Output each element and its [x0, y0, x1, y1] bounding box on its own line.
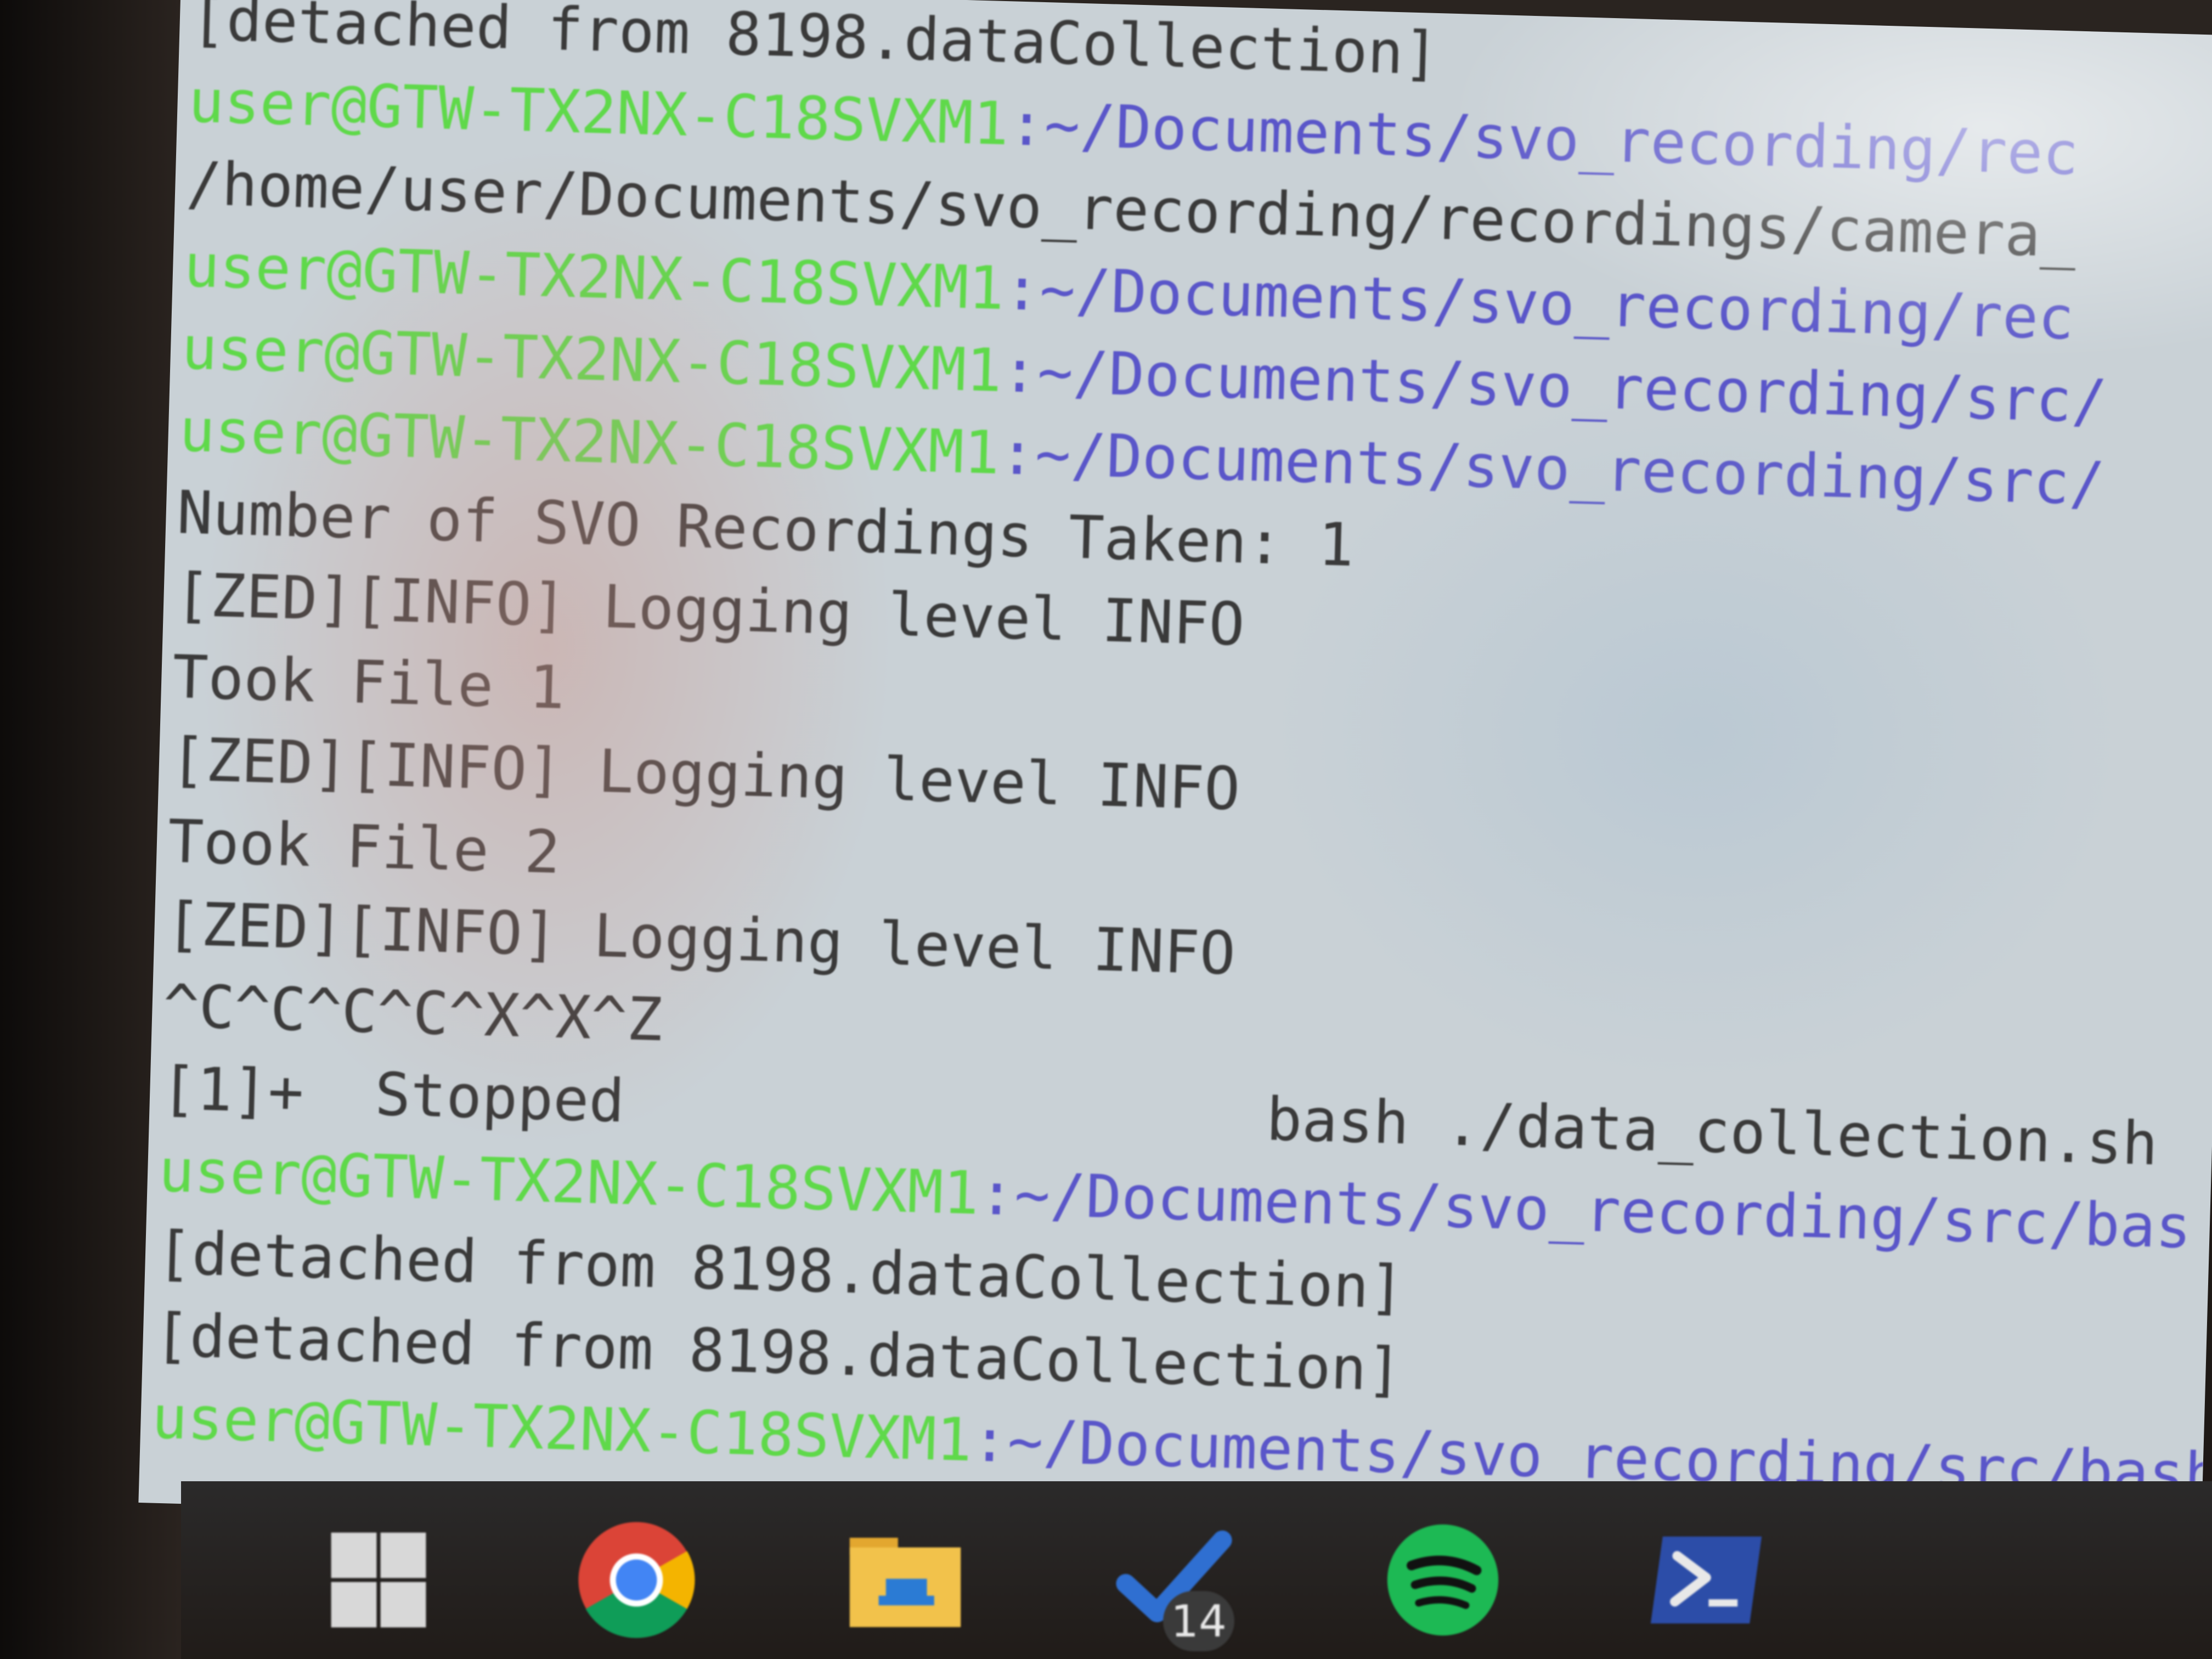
photo-of-screen: [detached from 8198.dataCollection] user@… [0, 0, 2212, 1659]
powershell-taskbar-button[interactable] [1640, 1514, 1772, 1646]
start-button[interactable] [313, 1514, 444, 1646]
output-text: Took File 1 [171, 643, 566, 723]
prompt-user-host: user@GTW-TX2NX-C18SVXM1 [180, 314, 1003, 406]
notification-badge: 14 [1163, 1591, 1234, 1651]
file-explorer-taskbar-button[interactable] [839, 1514, 971, 1646]
prompt-user-host: user@GTW-TX2NX-C18SVXM1 [157, 1136, 980, 1228]
prompt-user-host: user@GTW-TX2NX-C18SVXM1 [187, 67, 1010, 159]
powershell-icon [1650, 1536, 1762, 1624]
prompt-user-host: user@GTW-TX2NX-C18SVXM1 [183, 232, 1006, 324]
output-text: ^C^C^C^C^X^X^Z [162, 972, 664, 1055]
terminal-window[interactable]: [detached from 8198.dataCollection] user@… [138, 0, 2212, 1560]
prompt-user-host: user@GTW-TX2NX-C18SVXM1 [150, 1383, 973, 1475]
chrome-taskbar-button[interactable] [571, 1514, 702, 1646]
todo-taskbar-button[interactable]: 14 [1108, 1514, 1240, 1651]
spotify-icon [1387, 1524, 1499, 1636]
prompt-user-host: user@GTW-TX2NX-C18SVXM1 [178, 396, 1001, 488]
file-explorer-icon [849, 1538, 961, 1627]
spotify-taskbar-button[interactable] [1377, 1514, 1509, 1646]
taskbar: 14 [181, 1481, 2212, 1659]
terminal-output: [detached from 8198.dataCollection] user@… [151, 0, 2212, 1516]
output-text: Took File 2 [167, 807, 561, 887]
windows-start-icon [331, 1532, 426, 1628]
chrome-icon [578, 1522, 695, 1638]
